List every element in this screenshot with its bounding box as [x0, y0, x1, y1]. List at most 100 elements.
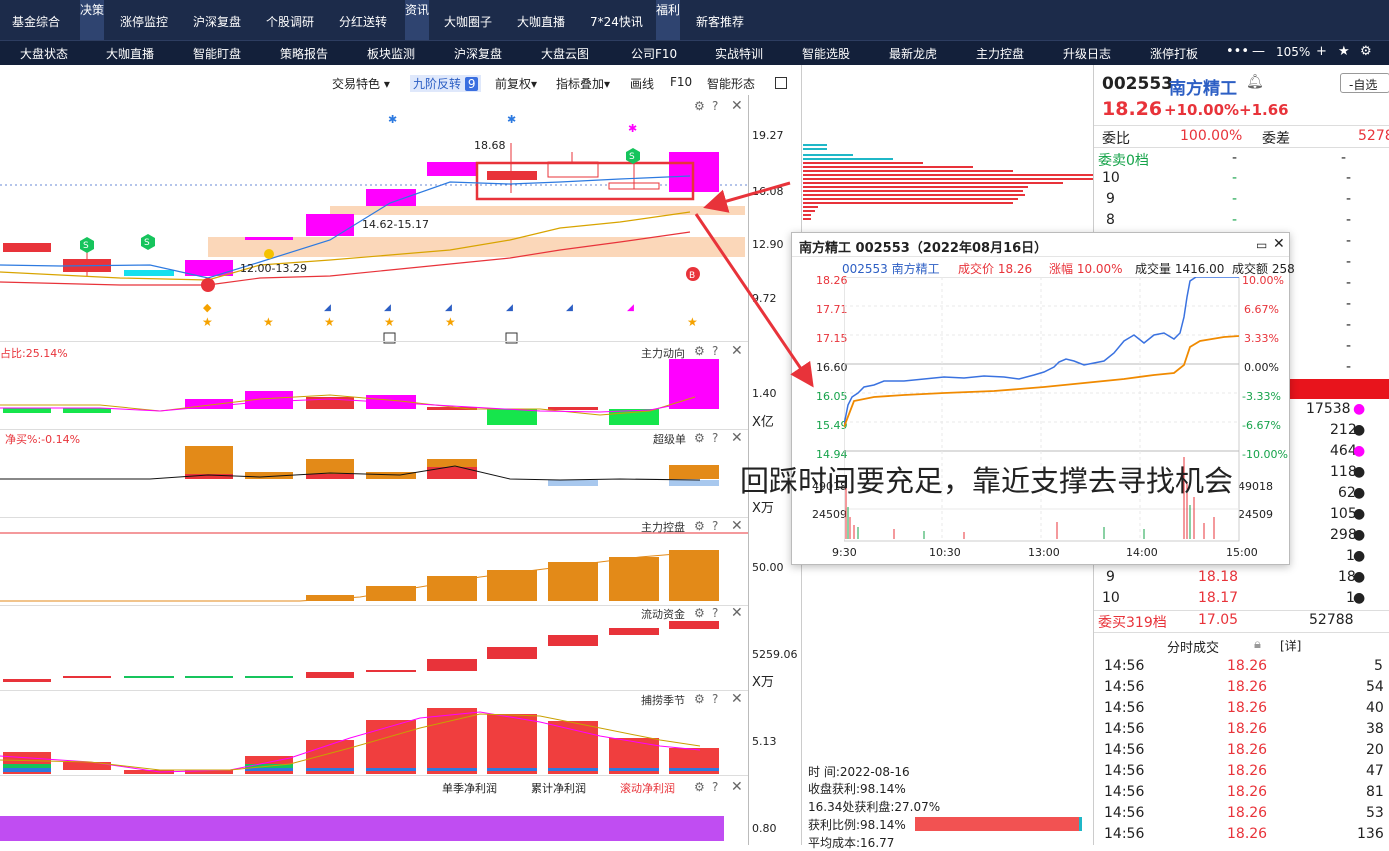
layout-toggle-icon[interactable] — [775, 77, 787, 89]
popup-ylabel: 16.60 — [816, 361, 848, 374]
tab-cumulative-profit[interactable]: 累计净利润 — [531, 780, 586, 796]
chip-time: 时 间:2022-08-16 — [808, 765, 910, 779]
star-icon[interactable]: ★ — [1338, 44, 1350, 59]
help-icon[interactable]: ? — [712, 780, 718, 794]
subnav-sector[interactable]: 板块监测 — [367, 45, 415, 62]
subnav-review[interactable]: 沪深复盘 — [454, 45, 502, 62]
star-marker: ✱ — [388, 113, 397, 126]
price-label: 9.72 — [752, 292, 777, 305]
zoom-out-icon[interactable]: — — [1252, 44, 1265, 59]
weibi-value: 100.00% — [1180, 128, 1243, 144]
overlay-dropdown[interactable]: 指标叠加▾ — [556, 75, 610, 92]
panel-value: 5259.06 — [752, 648, 798, 661]
ticks-title: 分时成交 — [1167, 641, 1220, 656]
tick-row: 14:56 18.26 40 — [1104, 700, 1384, 716]
flag-marker: ◢ — [566, 303, 573, 313]
sell-header: 委卖0档 — [1098, 153, 1149, 169]
weibi-label: 委比 — [1102, 131, 1130, 147]
popup-xlabel: 14:00 — [1126, 546, 1158, 559]
subnav-f10[interactable]: 公司F10 — [631, 45, 677, 62]
subnav-picker[interactable]: 智能选股 — [802, 45, 850, 62]
subnav-live[interactable]: 大咖直播 — [106, 45, 154, 62]
chip-avg: 平均成本:16.77 — [808, 836, 895, 850]
tab-rolling-profit[interactable]: 滚动净利润 — [620, 780, 675, 796]
nav-live[interactable]: 大咖直播 — [517, 13, 565, 30]
liquidity-bars — [3, 621, 719, 682]
buy-level-row: 9 18.18 18 ● — [1106, 569, 1366, 585]
flag-marker: ◢ — [324, 303, 331, 313]
high-price-label: 18.68 — [474, 139, 506, 152]
popup-close-icon[interactable]: ✕ — [1273, 236, 1285, 252]
flag-marker: ◢ — [445, 303, 452, 313]
tick-row: 14:56 18.26 47 — [1104, 763, 1384, 779]
settings-icon[interactable]: ⚙ — [1360, 44, 1372, 59]
nav-dividend[interactable]: 分红送转 — [339, 13, 387, 30]
subnav-strategy[interactable]: 策略报告 — [280, 45, 328, 62]
nav-limit-up[interactable]: 涨停监控 — [120, 13, 168, 30]
trade-feature-dropdown[interactable]: 交易特色 ▾ — [332, 75, 390, 92]
nav-circle[interactable]: 大咖圈子 — [444, 13, 492, 30]
chip-ratio-bar — [915, 817, 1082, 831]
subnav-control[interactable]: 主力控盘 — [976, 45, 1024, 62]
sell-s-text: S — [629, 152, 635, 162]
candle — [245, 237, 293, 240]
tick-row: 14:56 18.26 20 — [1104, 742, 1384, 758]
buy-level-row: 10 18.17 1 ● — [1102, 590, 1366, 606]
panel-unit: X万 — [752, 675, 774, 690]
draw-line-button[interactable]: 画线 — [630, 75, 654, 92]
chip-profit-at: 16.34处获利盘:27.07% — [808, 800, 941, 814]
nav-new-customer[interactable]: 新客推荐 — [696, 13, 744, 30]
price-label: 16.08 — [752, 185, 784, 198]
popup-maximize-icon[interactable]: ▭ — [1256, 238, 1267, 252]
more-icon[interactable]: ••• — [1226, 44, 1249, 59]
zoom-in-icon[interactable]: + — [1316, 44, 1327, 59]
candle — [124, 270, 174, 276]
popup-ylabel-pct: 3.33% — [1244, 332, 1279, 345]
caption-text: 回踩时间要充足，靠近支撑去寻找机会 — [740, 464, 1234, 498]
weicha-label: 委差 — [1262, 131, 1290, 147]
nav-welfare[interactable]: 福利 — [656, 0, 680, 40]
popup-ylabel-pct: -10.00% — [1242, 448, 1288, 461]
ticks-detail-link[interactable]: [详] — [1280, 637, 1301, 654]
flag-marker: ◢ — [384, 303, 391, 313]
sell-header-dash: - — [1341, 150, 1347, 166]
nav-review[interactable]: 沪深复盘 — [193, 13, 241, 30]
sell-s-text: S — [144, 238, 150, 248]
nav-research[interactable]: 个股调研 — [266, 13, 314, 30]
subnav-training[interactable]: 实战特训 — [715, 45, 763, 62]
nav-flash[interactable]: 7*24快讯 — [590, 13, 643, 30]
f10-button[interactable]: F10 — [670, 75, 692, 89]
popup-ylabel-pct: -3.33% — [1242, 390, 1281, 403]
nav-news[interactable]: 资讯 — [405, 0, 429, 40]
subnav-market[interactable]: 大盘状态 — [20, 45, 68, 62]
add-watchlist-button[interactable]: -自选 — [1340, 73, 1389, 93]
popup-ylabel: 15.49 — [816, 419, 848, 432]
sell-level-row: 10- - — [1102, 170, 1352, 186]
subnav-log[interactable]: 升级日志 — [1063, 45, 1111, 62]
popup-ylabel: 16.05 — [816, 390, 848, 403]
subnav-cloud[interactable]: 大盘云图 — [541, 45, 589, 62]
price-label: 12.90 — [752, 238, 784, 251]
panel-divider — [0, 517, 748, 518]
bell-icon[interactable]: 🔔︎ — [1246, 74, 1264, 90]
kline-chart-area: 交易特色 ▾ 九阶反转 9 前复权▾ 指标叠加▾ 画线 F10 智能形态 ⚙ ?… — [0, 65, 802, 845]
nav-decision[interactable]: 决策 — [80, 0, 104, 40]
popup-vol: 成交量 1416.00 — [1135, 262, 1225, 276]
subnav-limit[interactable]: 涨停打板 — [1150, 45, 1198, 62]
adjust-dropdown[interactable]: 前复权▾ — [495, 75, 537, 92]
panel-unit: X亿 — [752, 415, 774, 430]
candle — [366, 189, 416, 206]
subnav-watch[interactable]: 智能盯盘 — [193, 45, 241, 62]
subnav-dragon[interactable]: 最新龙虎 — [889, 45, 937, 62]
tab-quarter-profit[interactable]: 单季净利润 — [442, 780, 497, 796]
nav-fund[interactable]: 基金综合 — [12, 13, 60, 30]
nine-reversal-button[interactable]: 九阶反转 9 — [410, 75, 482, 92]
popup-code-name: 002553 南方精工 — [842, 262, 940, 276]
panel-value: 50.00 — [752, 561, 784, 574]
gear-icon[interactable]: ⚙ — [694, 780, 705, 794]
close-icon[interactable]: ✕ — [731, 779, 743, 795]
chip-ratio: 获利比例:98.14% — [808, 818, 906, 832]
season-bars — [0, 708, 719, 774]
panel-divider — [0, 605, 748, 606]
smart-pattern-button[interactable]: 智能形态 — [707, 75, 755, 92]
